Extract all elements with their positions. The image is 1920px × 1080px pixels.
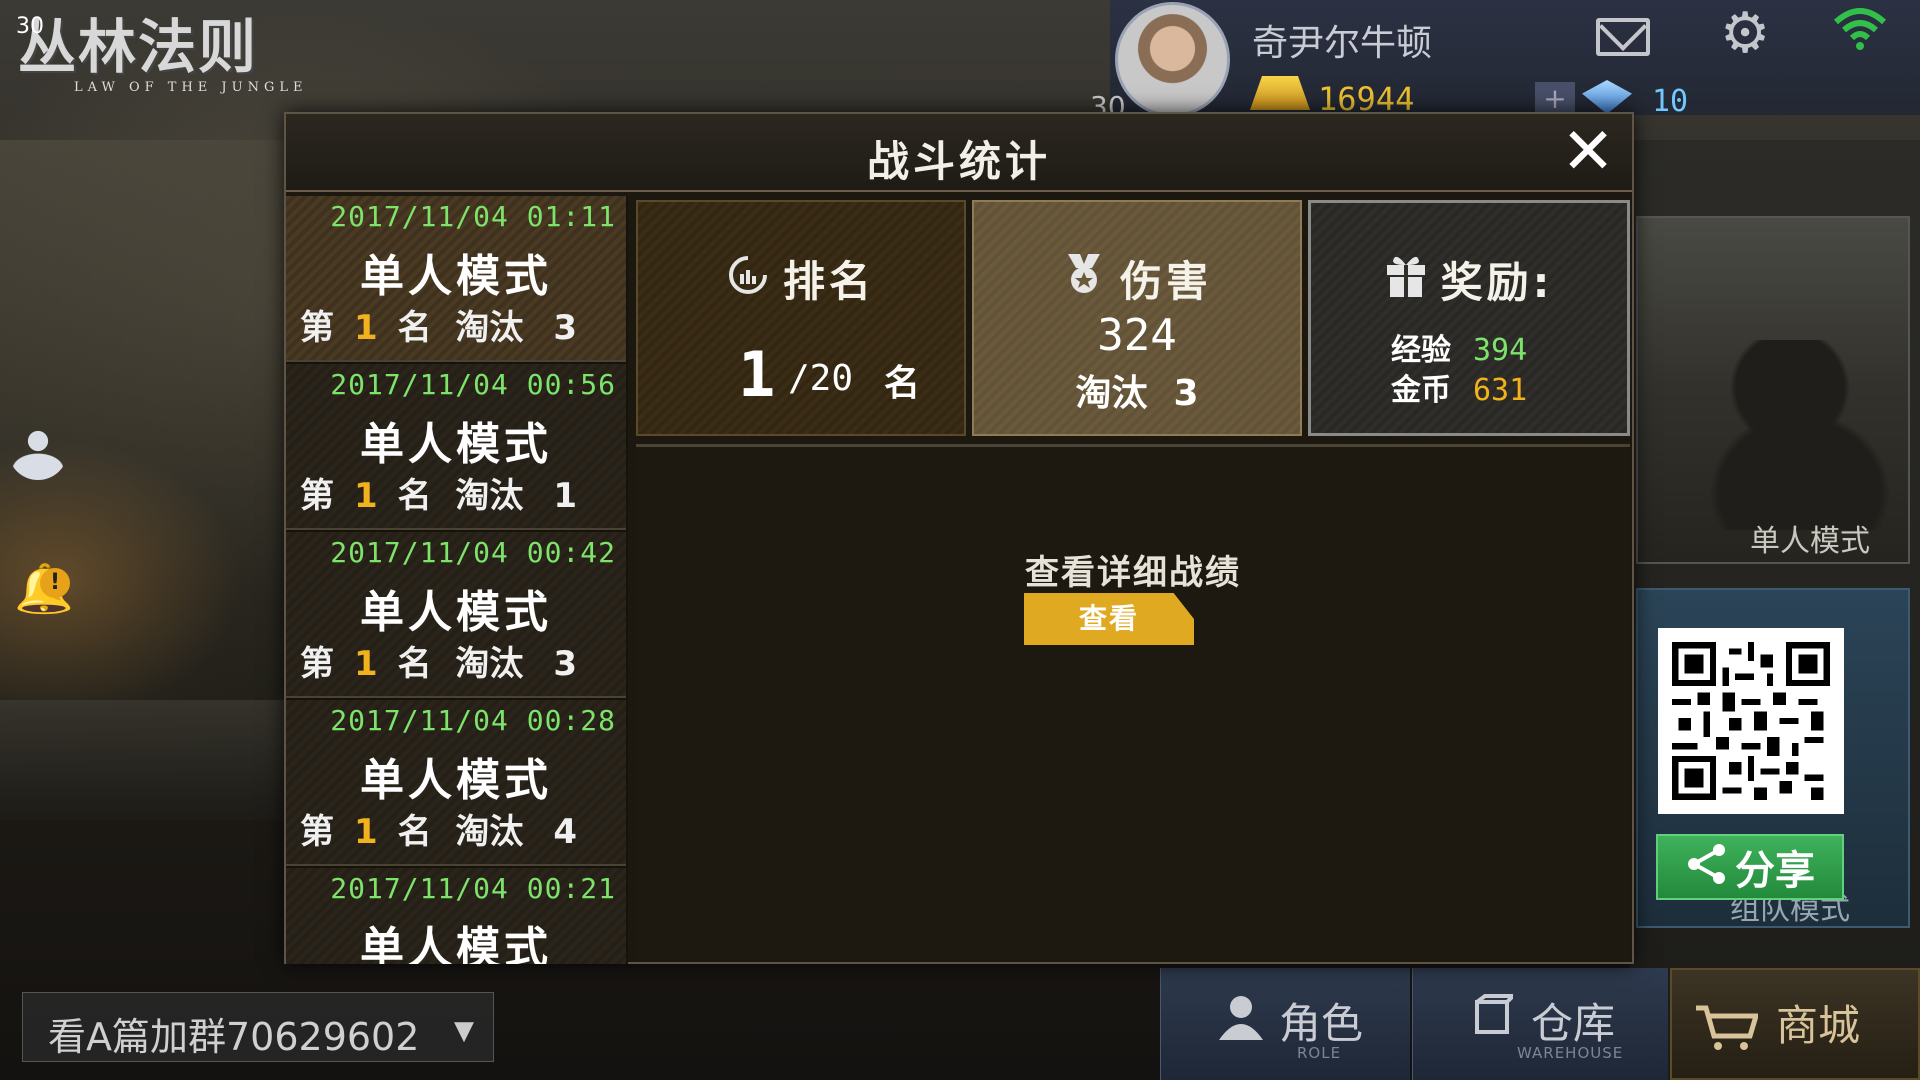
- logo-subtitle: LAW OF THE JUNGLE: [74, 80, 308, 95]
- nav-role-label: 角色: [1279, 999, 1364, 1048]
- reward-label: 奖励:: [1440, 258, 1554, 307]
- soldier-silhouette: [1690, 340, 1890, 530]
- rank-unit: 名: [884, 363, 921, 404]
- chevron-down-icon[interactable]: ▼: [454, 1016, 474, 1046]
- match-record[interactable]: 2017/11/04 00:21 单人模式: [286, 868, 626, 964]
- damage-heading: 伤害: [974, 248, 1300, 309]
- player-name: 奇尹尔牛顿: [1252, 23, 1433, 64]
- record-summary: 第1名 淘汰 3: [300, 644, 578, 684]
- reward-heading: 奖励:: [1311, 249, 1627, 310]
- nav-warehouse-sub: WAREHOUSE: [1517, 1044, 1624, 1062]
- close-button[interactable]: ✕: [1556, 120, 1620, 184]
- battle-stats-dialog: 战斗统计 ✕ 2017/11/04 01:11 单人模式 第1名 淘汰 3 201…: [284, 112, 1634, 964]
- box-icon: [1473, 994, 1518, 1041]
- record-mode: 单人模式: [360, 587, 552, 638]
- logo-title: 丛林法则: [18, 13, 259, 81]
- background-table: [0, 700, 300, 820]
- rank-stat-box: 排名 1 /20 名: [636, 200, 966, 436]
- mail-icon[interactable]: [1596, 18, 1650, 56]
- record-mode: 单人模式: [360, 923, 552, 964]
- detail-panel: 查看详细战绩 查看: [636, 444, 1630, 960]
- record-mode: 单人模式: [360, 251, 552, 302]
- reward-stat-box: 奖励: 经验 394 金币 631: [1308, 200, 1630, 436]
- rank-total: /20: [788, 358, 854, 399]
- nav-role-sub: ROLE: [1297, 1044, 1342, 1062]
- match-record[interactable]: 2017/11/04 00:56 单人模式 第1名 淘汰 1: [286, 364, 626, 530]
- cart-icon: [1694, 1004, 1760, 1059]
- record-time: 2017/11/04 00:56: [330, 368, 616, 401]
- record-mode: 单人模式: [360, 755, 552, 806]
- gift-icon: [1385, 253, 1427, 307]
- rank-label: 排名: [782, 257, 875, 306]
- dialog-header: 战斗统计 ✕: [286, 114, 1632, 192]
- match-record[interactable]: 2017/11/04 00:42 单人模式 第1名 淘汰 3: [286, 532, 626, 698]
- damage-value: 324: [1097, 310, 1177, 361]
- user-icon: [1217, 994, 1265, 1047]
- share-label: 分享: [1735, 848, 1815, 894]
- detail-prompt: 查看详细战绩: [1025, 553, 1241, 593]
- match-record[interactable]: 2017/11/04 00:28 单人模式 第1名 淘汰 4: [286, 700, 626, 866]
- record-time: 2017/11/04 00:28: [330, 704, 616, 737]
- nav-role-button[interactable]: 角色 ROLE: [1160, 968, 1410, 1080]
- match-record-list[interactable]: 2017/11/04 01:11 单人模式 第1名 淘汰 3 2017/11/04…: [286, 196, 628, 964]
- record-time: 2017/11/04 00:21: [330, 872, 616, 905]
- game-logo: 丛林法则 LAW OF THE JUNGLE: [10, 0, 350, 100]
- chat-message: 看A篇加群70629602: [48, 1015, 420, 1059]
- gem-amount: 10: [1652, 84, 1689, 119]
- dialog-title: 战斗统计: [866, 137, 1051, 186]
- friends-icon[interactable]: [8, 420, 68, 480]
- rank-icon: [727, 254, 769, 306]
- share-button[interactable]: 分享: [1656, 834, 1844, 900]
- record-time: 2017/11/04 00:42: [330, 536, 616, 569]
- medal-icon: [1062, 252, 1106, 306]
- nav-shop-button[interactable]: 商城: [1670, 968, 1920, 1080]
- rank-heading: 排名: [638, 248, 964, 309]
- gear-icon[interactable]: ⚙: [1720, 6, 1770, 62]
- damage-kills: 淘汰 3: [1075, 373, 1199, 414]
- view-details-button[interactable]: 查看: [1024, 593, 1194, 645]
- qr-code: [1658, 628, 1844, 814]
- nav-warehouse-label: 仓库: [1531, 999, 1616, 1048]
- alert-badge-icon: !: [40, 568, 70, 598]
- reward-exp: 经验 394: [1391, 333, 1528, 368]
- damage-stat-box: 伤害 324 淘汰 3: [972, 200, 1302, 436]
- fps-counter: 30: [16, 14, 44, 39]
- nav-warehouse-button[interactable]: 仓库 WAREHOUSE: [1412, 968, 1668, 1080]
- share-icon: [1685, 842, 1729, 893]
- wifi-icon: [1832, 6, 1888, 57]
- record-mode: 单人模式: [360, 419, 552, 470]
- player-bar: [1110, 0, 1920, 115]
- record-summary: 第1名 淘汰 4: [300, 812, 578, 852]
- record-summary: 第1名 淘汰 3: [300, 308, 578, 348]
- avatar[interactable]: [1115, 2, 1230, 117]
- nav-shop-label: 商城: [1776, 1001, 1861, 1050]
- single-mode-label: 单人模式: [1750, 524, 1870, 559]
- add-currency-button[interactable]: +: [1535, 82, 1575, 116]
- record-time: 2017/11/04 01:11: [330, 200, 616, 233]
- rank-value: 1: [738, 338, 776, 411]
- record-summary: 第1名 淘汰 1: [300, 476, 578, 516]
- reward-gold: 金币 631: [1391, 373, 1528, 408]
- damage-label: 伤害: [1119, 257, 1212, 306]
- match-record[interactable]: 2017/11/04 01:11 单人模式 第1名 淘汰 3: [286, 196, 626, 362]
